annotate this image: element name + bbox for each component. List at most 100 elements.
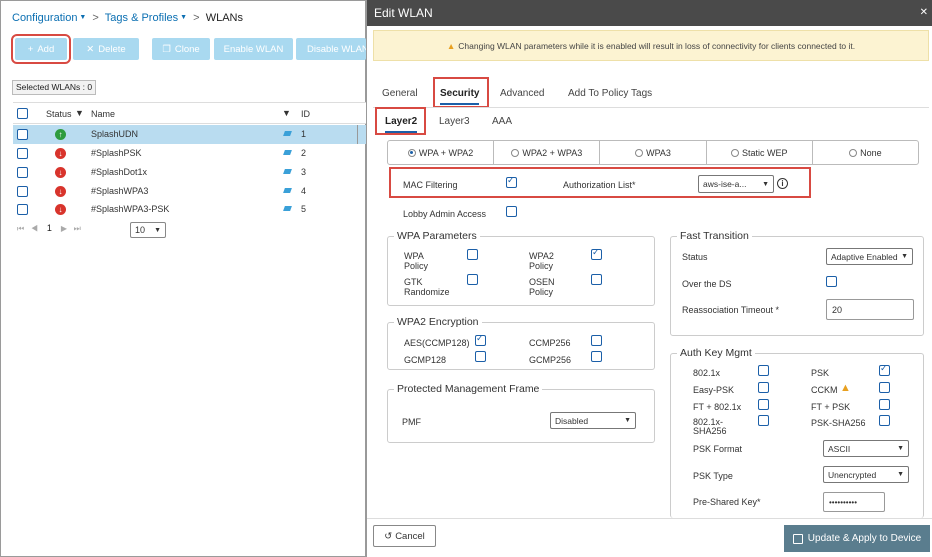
- warning-icon: ▲: [840, 382, 851, 394]
- status-up-icon: ↑: [55, 129, 66, 140]
- lobby-admin-checkbox[interactable]: [506, 206, 517, 217]
- column-name[interactable]: Name: [91, 109, 115, 119]
- radio-wpa-wpa2[interactable]: WPA + WPA2: [388, 141, 495, 164]
- tag-icon: [283, 188, 292, 193]
- info-icon[interactable]: i: [777, 178, 788, 189]
- mac-filtering-checkbox[interactable]: [506, 175, 517, 188]
- select-all-checkbox[interactable]: [17, 108, 28, 119]
- ft-psk-checkbox[interactable]: [879, 399, 890, 410]
- tab-add-to-policy-tags[interactable]: Add To Policy Tags: [568, 88, 652, 99]
- gtk-randomize-checkbox[interactable]: [467, 274, 478, 285]
- column-status[interactable]: Status: [46, 109, 72, 119]
- row-checkbox[interactable]: [17, 148, 28, 159]
- row-checkbox[interactable]: [17, 186, 28, 197]
- pmf-value: Disabled: [555, 415, 589, 426]
- table-row[interactable]: ↓ #SplashPSK 2: [13, 144, 367, 163]
- enable-wlan-label: Enable WLAN: [223, 43, 284, 55]
- gcmp256-checkbox[interactable]: [591, 351, 602, 362]
- radio-label: WPA3: [646, 147, 671, 158]
- ccmp256-checkbox[interactable]: [591, 335, 602, 346]
- column-id[interactable]: ID: [301, 109, 310, 119]
- dot1x-label: 802.1x: [693, 368, 721, 378]
- wpa-policy-checkbox[interactable]: [467, 249, 478, 260]
- prev-page-icon[interactable]: ◀: [31, 224, 38, 233]
- aes-checkbox[interactable]: [475, 333, 486, 346]
- table-row[interactable]: ↑ SplashUDN 1: [13, 125, 367, 144]
- osen-policy-checkbox[interactable]: [591, 274, 602, 285]
- filter-icon[interactable]: ▼: [75, 108, 84, 118]
- subtab-layer3[interactable]: Layer3: [439, 116, 470, 127]
- caret-down-icon: ▼: [178, 14, 188, 21]
- cancel-button-label: Cancel: [395, 530, 425, 542]
- clone-button-label: Clone: [174, 43, 200, 55]
- tab-advanced[interactable]: Advanced: [500, 88, 544, 99]
- tag-icon: [283, 169, 292, 174]
- undo-icon: ↺: [384, 530, 393, 542]
- dot1x-sha256-checkbox[interactable]: [758, 415, 769, 426]
- save-icon: [792, 533, 803, 544]
- next-page-icon[interactable]: ▶: [61, 224, 67, 233]
- gcmp128-checkbox[interactable]: [475, 351, 486, 362]
- disable-wlan-button[interactable]: Disable WLAN: [296, 38, 366, 60]
- row-checkbox[interactable]: [17, 129, 28, 140]
- selected-count-badge: Selected WLANs : 0: [12, 80, 96, 95]
- filter-icon[interactable]: ▼: [282, 108, 291, 118]
- close-icon: ✕: [86, 43, 95, 55]
- easy-psk-checkbox[interactable]: [758, 382, 769, 393]
- subtab-aaa[interactable]: AAA: [492, 116, 512, 127]
- psk-sha256-checkbox[interactable]: [879, 415, 890, 426]
- pmf-select[interactable]: Disabled ▼: [550, 412, 636, 429]
- table-row[interactable]: ↓ #SplashWPA3-PSK 5: [13, 200, 367, 219]
- ft-status-select[interactable]: Adaptive Enabled ▼: [826, 248, 913, 265]
- wlan-name: #SplashWPA3: [91, 186, 149, 196]
- table-row[interactable]: ↓ #SplashWPA3 4: [13, 182, 367, 201]
- over-ds-checkbox[interactable]: [826, 276, 837, 287]
- status-down-icon: ↓: [55, 204, 66, 215]
- psk-format-label: PSK Format: [693, 444, 743, 454]
- breadcrumb-configuration[interactable]: Configuration: [12, 12, 77, 24]
- authorization-list-label: Authorization List*: [563, 180, 636, 190]
- pre-shared-key-input[interactable]: ••••••••••: [823, 492, 885, 512]
- table-row[interactable]: ↓ #SplashDot1x 3: [13, 163, 367, 182]
- row-checkbox[interactable]: [17, 204, 28, 215]
- ft-dot1x-checkbox[interactable]: [758, 399, 769, 410]
- last-page-icon[interactable]: ⏭: [74, 224, 81, 233]
- wpa2-policy-checkbox[interactable]: [591, 247, 602, 260]
- radio-static-wep[interactable]: Static WEP: [707, 141, 813, 164]
- caret-down-icon: ▼: [897, 471, 904, 478]
- update-apply-button[interactable]: Update & Apply to Device: [784, 525, 930, 552]
- radio-none[interactable]: None: [813, 141, 918, 164]
- authorization-list-select[interactable]: aws-ise-a... ▼: [698, 175, 774, 193]
- radio-wpa2-wpa3[interactable]: WPA2 + WPA3: [494, 141, 601, 164]
- psk-checkbox[interactable]: [879, 363, 890, 376]
- psk-type-value: Unencrypted: [828, 469, 877, 480]
- wpa-policy-label: WPA Policy: [404, 251, 429, 271]
- breadcrumb: Configuration ▼ > Tags & Profiles ▼ > WL…: [12, 12, 243, 24]
- aes-label: AES(CCMP128): [404, 338, 470, 348]
- tab-general[interactable]: General: [382, 88, 418, 99]
- dialog-header: Edit WLAN ✕: [367, 0, 932, 26]
- chevron-right-icon: >: [89, 12, 102, 24]
- enable-wlan-button[interactable]: Enable WLAN: [214, 38, 293, 60]
- mac-filtering-label: MAC Filtering: [403, 180, 458, 190]
- psk-type-select[interactable]: Unencrypted ▼: [823, 466, 909, 483]
- first-page-icon[interactable]: ⏮: [17, 224, 24, 233]
- add-button[interactable]: + Add: [11, 34, 71, 64]
- disable-wlan-label: Disable WLAN: [307, 43, 366, 55]
- clone-button[interactable]: ❐ Clone: [152, 38, 210, 60]
- cckm-checkbox[interactable]: [879, 382, 890, 393]
- dot1x-checkbox[interactable]: [758, 365, 769, 376]
- cancel-button[interactable]: ↺ Cancel: [373, 525, 436, 547]
- page-size-value: 10: [135, 225, 146, 235]
- wlan-list-panel: Configuration ▼ > Tags & Profiles ▼ > WL…: [0, 0, 367, 557]
- close-icon[interactable]: ✕: [920, 0, 928, 26]
- breadcrumb-tags-profiles[interactable]: Tags & Profiles: [105, 12, 178, 24]
- psk-format-select[interactable]: ASCII ▼: [823, 440, 909, 457]
- auth-key-mgmt-group: Auth Key Mgmt 802.1x PSK Easy-PSK CCKM ▲…: [670, 347, 924, 518]
- caret-down-icon: ▼: [154, 226, 161, 234]
- radio-wpa3[interactable]: WPA3: [600, 141, 707, 164]
- delete-button[interactable]: ✕ Delete: [73, 38, 139, 60]
- page-size-select[interactable]: 10 ▼: [130, 222, 166, 238]
- row-checkbox[interactable]: [17, 167, 28, 178]
- reassoc-timeout-input[interactable]: 20: [826, 299, 914, 320]
